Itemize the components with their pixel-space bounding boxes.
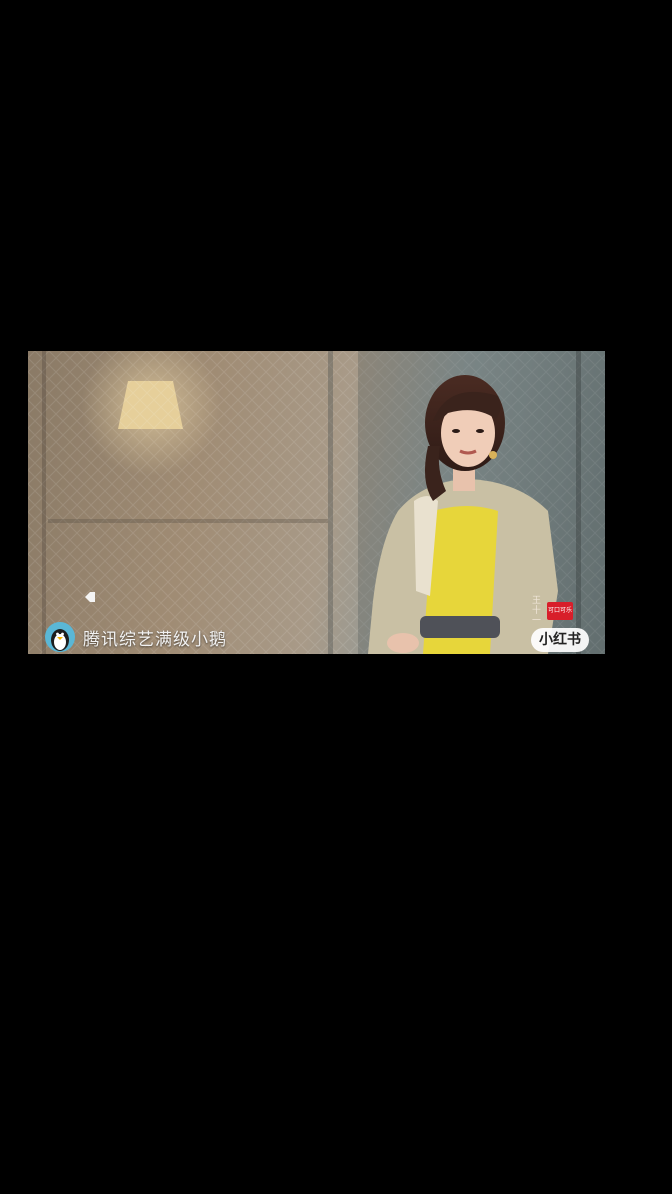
- sponsor-brand-tag: 王十一 可口可乐: [532, 596, 573, 626]
- video-frame[interactable]: 王十一 可口可乐 腾讯综艺满级小鹅 小红书: [28, 351, 605, 654]
- channel-watermark: 腾讯综艺满级小鹅: [45, 622, 227, 652]
- tag-icon: [85, 592, 95, 602]
- video-player-screen: 王十一 可口可乐 腾讯综艺满级小鹅 小红书: [0, 0, 672, 1194]
- coca-cola-logo: 可口可乐: [547, 602, 573, 620]
- video-scene: [28, 351, 605, 654]
- brand-side-text: 王十一: [532, 596, 542, 626]
- watermark-text: 腾讯综艺满级小鹅: [83, 629, 227, 650]
- penguin-icon: [45, 622, 75, 652]
- sponsor-badge: 小红书: [531, 628, 589, 652]
